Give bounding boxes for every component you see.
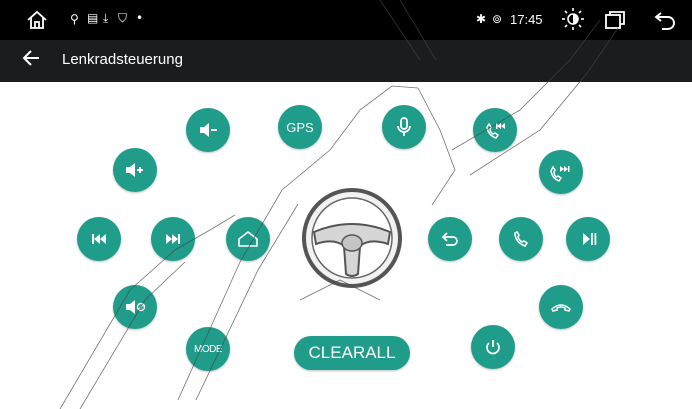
back-button[interactable] [428,217,472,261]
download-icon: ⤓ [103,11,109,25]
call-next-button[interactable] [539,150,583,194]
mute-button[interactable] [113,285,157,329]
skip-next-icon [166,234,180,244]
mode-button[interactable]: MODE [186,327,230,371]
call-previous-button[interactable] [473,108,517,152]
sd-card-icon: ▤ [87,11,99,25]
app-bar: Lenkradsteuerung [0,40,692,82]
volume-up-icon [126,163,143,177]
volume-down-button[interactable] [186,108,230,152]
hang-up-button[interactable] [539,285,583,329]
recent-apps-icon[interactable] [604,10,626,34]
clear-all-button[interactable]: CLEARALL [294,336,410,370]
play-pause-button[interactable] [566,217,610,261]
back-arrow-icon[interactable] [654,10,676,34]
return-arrow-icon [441,232,458,246]
skip-previous-icon [92,234,106,244]
power-button[interactable] [471,325,515,369]
phone-icon [514,230,529,247]
gps-button[interactable]: GPS [278,105,322,149]
steering-wheel-icon [302,188,402,288]
brightness-icon[interactable] [561,7,585,35]
gps-label: GPS [286,119,314,135]
page-title: Lenkradsteuerung [62,51,183,68]
microphone-icon [397,117,411,136]
answer-call-button[interactable] [499,217,543,261]
hang-up-icon [551,304,571,312]
previous-track-button[interactable] [77,217,121,261]
status-time: 17:45 [510,12,543,27]
home-button[interactable] [226,217,270,261]
play-pause-icon [583,233,597,245]
bluetooth-icon: ✱ [476,12,487,26]
power-icon [486,340,500,355]
usb-icon: ⚲ [70,12,79,26]
voice-button[interactable] [382,105,426,149]
mode-label: MODE [194,343,223,355]
volume-up-button[interactable] [113,148,157,192]
dot-icon: • [136,11,144,25]
phone-previous-icon [486,122,505,139]
volume-down-icon [200,123,217,137]
arrow-left-icon[interactable] [22,49,40,71]
phone-next-icon [550,165,570,182]
location-icon: ⊚ [492,12,503,26]
mute-icon [126,300,146,314]
shield-icon: ⛉ [118,11,128,25]
home-icon[interactable] [26,9,48,36]
status-bar: ⚲ ▤ ⤓ ⛉ • ✱ ⊚ 17:45 [0,0,692,40]
home-icon [238,230,258,247]
next-track-button[interactable] [151,217,195,261]
